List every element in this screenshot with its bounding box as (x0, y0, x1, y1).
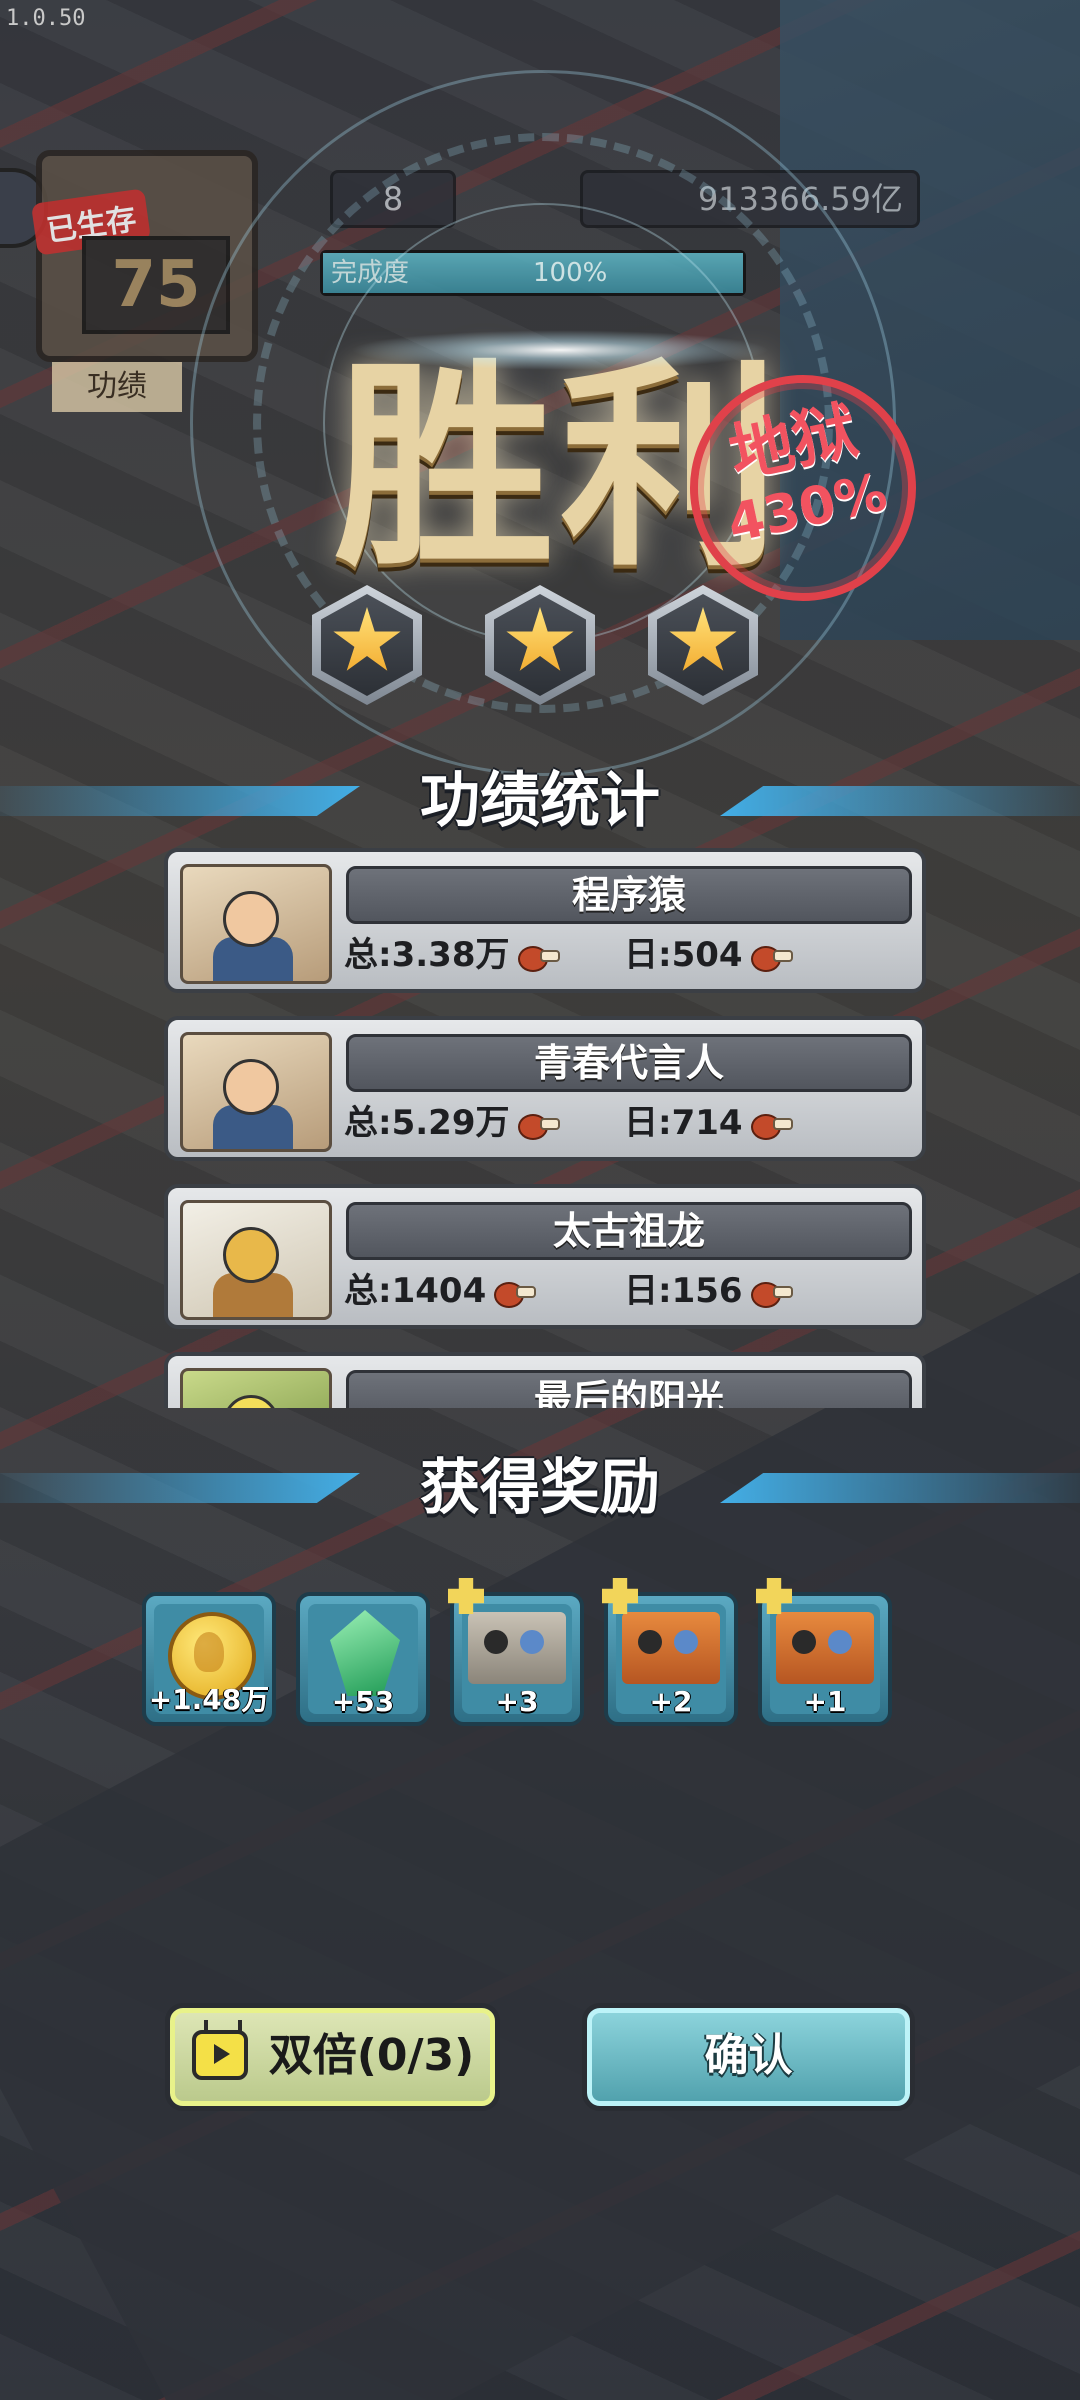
character-card-icon (622, 1612, 720, 1684)
stat-card: 青春代言人 总:5.29万 日:714 (164, 1016, 926, 1161)
rewards-section-header: 获得奖励 (0, 1443, 1080, 1533)
stat-card: 太古祖龙 总:1404 日:156 (164, 1184, 926, 1329)
double-reward-label: 双倍(0/3) (268, 2030, 475, 2081)
meat-icon (750, 1112, 793, 1140)
character-card-icon (776, 1612, 874, 1684)
reward-gem[interactable]: +53 (296, 1592, 430, 1726)
tv-ad-icon (192, 2030, 248, 2080)
confirm-button[interactable]: 确认 (582, 2003, 915, 2111)
character-card-icon (468, 1612, 566, 1684)
rewards-title: 获得奖励 (420, 1453, 660, 1523)
double-reward-button[interactable]: 双倍(0/3) (165, 2003, 500, 2111)
character-name: 青春代言人 (346, 1034, 912, 1092)
meat-icon (517, 1112, 560, 1140)
character-name: 最后的阳光 (346, 1370, 912, 1408)
meat-icon (517, 944, 560, 972)
total-output: 总:1404 (344, 1266, 537, 1316)
star-rating (0, 585, 1080, 715)
character-name: 程序猿 (346, 866, 912, 924)
character-portrait (180, 1368, 332, 1408)
reward-character-card[interactable]: +2 (602, 1578, 738, 1726)
reward-list: +1.48万 +53 +3 +2 +1 (140, 1578, 940, 1742)
daily-output: 日:714 (624, 1098, 793, 1148)
meat-icon (494, 1280, 537, 1308)
reward-amount: +53 (331, 1685, 395, 1718)
reward-character-card[interactable]: +3 (448, 1578, 584, 1726)
daily-output: 日:504 (624, 930, 793, 980)
character-portrait (180, 864, 332, 984)
merit-label: 功绩 (52, 362, 182, 412)
character-portrait (180, 1200, 332, 1320)
reward-amount: +3 (495, 1685, 539, 1718)
lens-flare-decoration (350, 330, 770, 370)
version-label: 1.0.50 (6, 6, 86, 31)
character-name: 太古祖龙 (346, 1202, 912, 1260)
stats-scroll-list[interactable]: 程序猿 总:3.38万 日:504 青春代言人 总:5.29万 日:714 太古… (160, 848, 935, 1408)
stat-card: 程序猿 总:3.38万 日:504 (164, 848, 926, 993)
daily-output: 日:156 (624, 1266, 793, 1316)
stat-card: 最后的阳光 (164, 1352, 926, 1408)
reward-amount: +1 (803, 1685, 847, 1718)
character-portrait (180, 1032, 332, 1152)
reward-character-card[interactable]: +1 (756, 1578, 892, 1726)
reward-amount: +2 (649, 1685, 693, 1718)
star-badge-2 (485, 585, 595, 705)
reward-amount: +1.48万 (148, 1683, 270, 1716)
stats-section-header: 功绩统计 (0, 756, 1080, 846)
star-badge-3 (648, 585, 758, 705)
meat-icon (750, 944, 793, 972)
star-badge-1 (312, 585, 422, 705)
total-output: 总:5.29万 (344, 1098, 560, 1148)
meat-icon (750, 1280, 793, 1308)
total-output: 总:3.38万 (344, 930, 560, 980)
reward-coin[interactable]: +1.48万 (142, 1592, 276, 1726)
stats-title: 功绩统计 (420, 766, 660, 836)
